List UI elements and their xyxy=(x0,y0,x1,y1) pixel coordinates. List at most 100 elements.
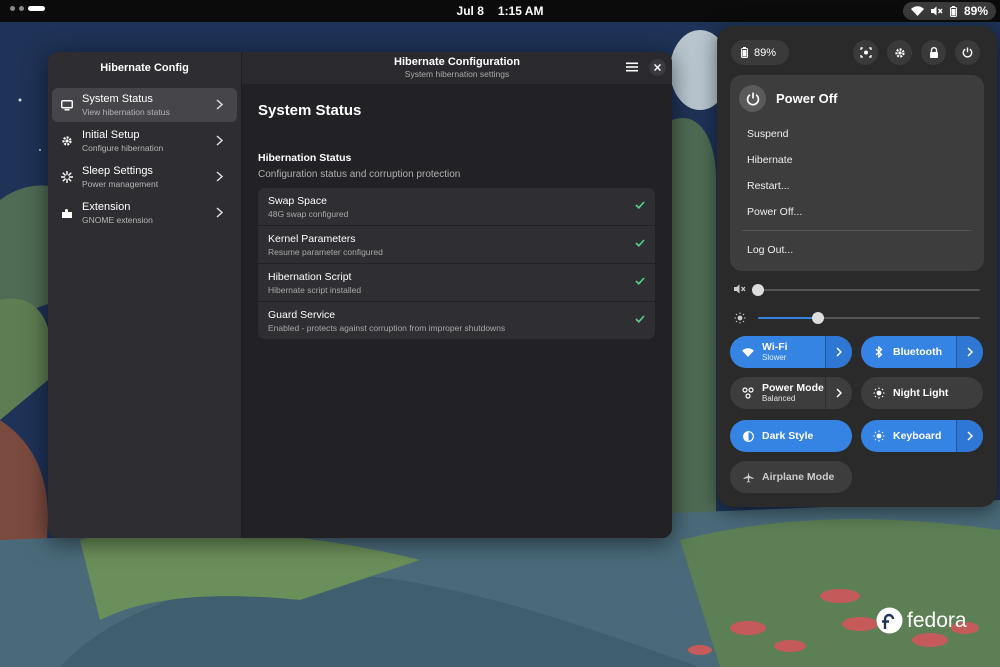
power-icon xyxy=(962,47,973,58)
battery-icon xyxy=(741,47,748,58)
workspace-dot[interactable] xyxy=(19,6,24,11)
system-tray[interactable]: 89% xyxy=(902,2,996,20)
gear-icon xyxy=(894,47,905,58)
clock[interactable]: Jul 8 1:15 AM xyxy=(0,4,1000,18)
close-icon xyxy=(654,64,661,71)
power-mode-icon xyxy=(742,387,754,399)
power-mode-menu-arrow[interactable] xyxy=(825,377,852,409)
brightness-slider[interactable] xyxy=(734,311,984,325)
tile-label: Wi-Fi xyxy=(762,341,788,353)
battery-icon xyxy=(949,5,957,17)
sidebar-item-subtitle: GNOME extension xyxy=(82,214,153,225)
menu-item-restart[interactable]: Restart... xyxy=(747,180,790,192)
clock-date[interactable]: Jul 8 xyxy=(457,4,484,18)
wifi-menu-arrow[interactable] xyxy=(825,336,852,368)
screenshot-button[interactable] xyxy=(853,40,878,65)
menu-item-power-off[interactable]: Power Off... xyxy=(747,206,802,218)
bluetooth-toggle[interactable]: Bluetooth xyxy=(861,336,983,368)
checkmark-icon xyxy=(635,277,645,285)
fedora-logo-text: fedora xyxy=(907,608,967,632)
chevron-right-icon xyxy=(216,171,223,182)
status-row-kernel-parameters: Kernel Parameters Resume parameter confi… xyxy=(258,226,655,264)
sidebar-item-extension[interactable]: Extension GNOME extension xyxy=(52,196,237,230)
workspace-indicator[interactable] xyxy=(10,6,45,11)
sidebar-item-initial-setup[interactable]: Initial Setup Configure hibernation xyxy=(52,124,237,158)
row-subtitle: Hibernate script installed xyxy=(268,285,362,295)
tile-label: Bluetooth xyxy=(893,346,942,358)
chevron-right-icon xyxy=(836,347,842,357)
status-row-swap-space: Swap Space 48G swap configured xyxy=(258,188,655,226)
power-menu-header: Power Off xyxy=(739,85,837,112)
sidebar-item-subtitle: View hibernation status xyxy=(82,106,170,117)
row-title: Guard Service xyxy=(268,309,336,321)
volume-slider-handle[interactable] xyxy=(752,284,764,296)
sidebar: Hibernate Config System Status View hibe… xyxy=(48,52,242,538)
power-off-menu: Power Off Suspend Hibernate Restart... P… xyxy=(730,75,984,271)
sidebar-item-sleep-settings[interactable]: Sleep Settings Power management xyxy=(52,160,237,194)
keyboard-brightness-icon xyxy=(873,430,885,442)
gear-icon xyxy=(62,136,72,146)
chevron-right-icon xyxy=(216,207,223,218)
dark-style-toggle[interactable]: Dark Style xyxy=(730,420,852,452)
row-title: Hibernation Script xyxy=(268,271,352,283)
night-light-toggle[interactable]: Night Light xyxy=(861,377,983,409)
volume-slider[interactable] xyxy=(734,283,984,297)
workspace-dot-active[interactable] xyxy=(28,6,45,11)
tile-label: Night Light xyxy=(893,387,949,399)
menu-divider xyxy=(742,230,972,231)
dark-style-icon xyxy=(742,430,754,442)
airplane-icon xyxy=(743,472,753,483)
lock-button[interactable] xyxy=(921,40,946,65)
close-button[interactable] xyxy=(649,59,666,76)
menu-item-hibernate[interactable]: Hibernate xyxy=(747,154,793,166)
power-button[interactable] xyxy=(955,40,980,65)
row-subtitle: 48G swap configured xyxy=(268,209,349,219)
row-subtitle: Resume parameter configured xyxy=(268,247,383,257)
top-bar: Jul 8 1:15 AM 89% xyxy=(0,0,1000,22)
sidebar-item-subtitle: Configure hibernation xyxy=(82,142,164,153)
wifi-toggle[interactable]: Wi-Fi Slower xyxy=(730,336,852,368)
settings-button[interactable] xyxy=(887,40,912,65)
wifi-icon xyxy=(742,347,754,357)
power-mode-toggle[interactable]: Power Mode Balanced xyxy=(730,377,852,409)
chevron-right-icon xyxy=(967,431,973,441)
wifi-icon xyxy=(910,6,924,16)
chevron-right-icon xyxy=(216,135,223,146)
battery-percentage: 89% xyxy=(754,46,777,59)
menu-item-log-out[interactable]: Log Out... xyxy=(747,244,793,256)
bluetooth-icon xyxy=(875,346,883,358)
battery-status-button[interactable]: 89% xyxy=(731,40,789,65)
status-list: Swap Space 48G swap configured Kernel Pa… xyxy=(258,188,655,339)
sidebar-item-label: Extension xyxy=(82,200,131,213)
chevron-right-icon xyxy=(967,347,973,357)
fedora-logo: fedora xyxy=(876,607,967,634)
status-row-hibernation-script: Hibernation Script Hibernate script inst… xyxy=(258,264,655,302)
night-light-icon xyxy=(873,387,885,399)
clock-time[interactable]: 1:15 AM xyxy=(498,4,544,18)
sidebar-item-system-status[interactable]: System Status View hibernation status xyxy=(52,88,237,122)
menu-item-suspend[interactable]: Suspend xyxy=(747,128,788,140)
bluetooth-menu-arrow[interactable] xyxy=(956,336,983,368)
keyboard-menu-arrow[interactable] xyxy=(956,420,983,452)
window-title: Hibernate Configuration xyxy=(394,56,520,68)
group-subtitle: Configuration status and corruption prot… xyxy=(258,169,461,180)
checkmark-icon xyxy=(635,239,645,247)
screenshot-icon xyxy=(859,47,872,58)
tile-label: Power Mode xyxy=(762,382,824,394)
hamburger-menu-icon[interactable] xyxy=(626,61,638,73)
brightness-slider-handle[interactable] xyxy=(811,312,824,324)
workspace-dot[interactable] xyxy=(10,6,15,11)
sidebar-item-subtitle: Power management xyxy=(82,178,159,189)
tile-subtitle: Slower xyxy=(762,353,787,362)
airplane-mode-toggle[interactable]: Airplane Mode xyxy=(730,461,852,493)
monitor-icon xyxy=(61,99,73,110)
checkmark-icon xyxy=(635,315,645,323)
sidebar-nav: System Status View hibernation status In… xyxy=(48,84,241,236)
tile-label: Dark Style xyxy=(762,430,814,442)
row-subtitle: Enabled - protects against corruption fr… xyxy=(268,323,506,333)
quick-settings-header: 89% xyxy=(731,40,985,66)
chevron-right-icon xyxy=(836,388,842,398)
volume-muted-icon xyxy=(734,284,746,294)
sidebar-item-label: Initial Setup xyxy=(82,128,140,141)
keyboard-toggle[interactable]: Keyboard xyxy=(861,420,983,452)
